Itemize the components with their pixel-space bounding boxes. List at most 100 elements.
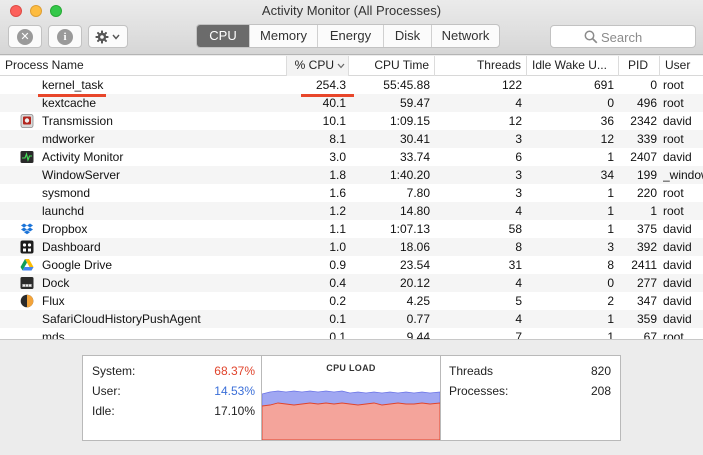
idle-wake-ups-cell: 2 — [607, 294, 614, 308]
column-cpu-percent[interactable]: % CPU — [286, 56, 348, 76]
column-threads[interactable]: Threads — [434, 56, 526, 76]
user-cell: david — [663, 312, 692, 326]
cpu-percent-cell: 0.4 — [329, 276, 346, 290]
cpu-time-cell: 30.41 — [399, 132, 430, 146]
table-row[interactable]: mdworker 8.1 30.41 3 12 339 root — [0, 130, 703, 148]
user-cell: david — [663, 222, 692, 236]
idle-wake-ups-cell: 1 — [607, 150, 614, 164]
user-value: 14.53% — [214, 384, 255, 398]
quit-process-button[interactable]: ✕ — [8, 25, 42, 48]
action-menu-button[interactable] — [88, 25, 128, 48]
user-label: User: — [92, 384, 121, 398]
column-cpu-time[interactable]: CPU Time — [348, 56, 434, 76]
threads-cell: 31 — [508, 258, 522, 272]
threads-cell: 6 — [515, 150, 522, 164]
sort-descending-icon — [337, 63, 345, 69]
column-idle-wake-ups[interactable]: Idle Wake U... — [526, 56, 618, 76]
process-name-cell: Dropbox — [42, 222, 88, 236]
table-row[interactable]: Flux 0.2 4.25 5 2 347 david — [0, 292, 703, 310]
table-row[interactable]: SafariCloudHistoryPushAgent 0.1 0.77 4 1 359 d… — [0, 310, 703, 328]
threads-cell: 8 — [515, 240, 522, 254]
cpu-time-cell: 33.74 — [399, 150, 430, 164]
idle-wake-ups-cell: 1 — [607, 330, 614, 339]
window-title: Activity Monitor (All Processes) — [261, 3, 442, 18]
table-row[interactable]: WindowServer 1.8 1:40.20 3 34 199 _window — [0, 166, 703, 184]
cpu-time-cell: 23.54 — [399, 258, 430, 272]
cpu-time-cell: 59.47 — [399, 96, 430, 110]
pid-cell: 375 — [636, 222, 657, 236]
table-row[interactable]: launchd 1.2 14.80 4 1 1 root — [0, 202, 703, 220]
table-row[interactable]: kernel_task 254.3 55:45.88 122 691 0 root — [0, 76, 703, 94]
tab-disk[interactable]: Disk — [383, 25, 431, 47]
idle-wake-ups-cell: 1 — [607, 186, 614, 200]
table-row[interactable]: Dock 0.4 20.12 4 0 277 david — [0, 274, 703, 292]
threads-cell: 7 — [515, 330, 522, 339]
cpu-percent-cell: 1.6 — [329, 186, 346, 200]
cpu-percent-cell: 3.0 — [329, 150, 346, 164]
processes-label: Processes: — [449, 384, 509, 398]
cpu-time-cell: 1:07.13 — [389, 222, 430, 236]
threads-value: 820 — [590, 364, 611, 378]
user-cell: david — [663, 258, 692, 272]
user-cell: david — [663, 276, 692, 290]
tab-network[interactable]: Network — [431, 25, 499, 47]
cpu-percent-cell: 0.2 — [329, 294, 346, 308]
inspect-process-button[interactable]: i — [48, 25, 82, 48]
table-row[interactable]: Activity Monitor 3.0 33.74 6 1 2407 david — [0, 148, 703, 166]
process-name-cell: sysmond — [42, 186, 91, 200]
table-row[interactable]: Dashboard 1.0 18.06 8 3 392 david — [0, 238, 703, 256]
user-cell: root — [663, 96, 684, 110]
cpu-time-cell: 55:45.88 — [383, 78, 430, 92]
column-pid[interactable]: PID — [618, 56, 659, 76]
tab-cpu[interactable]: CPU — [197, 25, 249, 47]
column-user[interactable]: User — [659, 56, 703, 76]
gear-icon — [95, 30, 120, 43]
info-circle-icon: i — [57, 28, 73, 45]
cpu-time-cell: 14.80 — [399, 204, 430, 218]
pid-cell: 347 — [636, 294, 657, 308]
table-row[interactable]: Dropbox 1.1 1:07.13 58 1 375 david — [0, 220, 703, 238]
process-name-cell: Flux — [42, 294, 65, 308]
user-cell: david — [663, 240, 692, 254]
cpu-percent-cell: 10.1 — [322, 114, 346, 128]
tab-memory[interactable]: Memory — [249, 25, 317, 47]
process-table: kernel_task 254.3 55:45.88 122 691 0 root kextc… — [0, 76, 703, 339]
search-input[interactable] — [601, 29, 691, 45]
activity-monitor-icon — [20, 150, 34, 164]
threads-cell: 3 — [515, 132, 522, 146]
process-name-cell: WindowServer — [42, 168, 121, 182]
table-row[interactable]: Google Drive 0.9 23.54 31 8 2411 david — [0, 256, 703, 274]
google-drive-icon — [20, 258, 34, 272]
process-name-cell: Activity Monitor — [42, 150, 124, 164]
pid-cell: 2411 — [631, 258, 657, 272]
idle-wake-ups-cell: 12 — [600, 132, 614, 146]
user-cell: david — [663, 294, 692, 308]
table-row[interactable]: Transmission 10.1 1:09.15 12 36 2342 david — [0, 112, 703, 130]
threads-cell: 4 — [515, 96, 522, 110]
table-row[interactable]: mds 0.1 9.44 7 1 67 root — [0, 328, 703, 339]
cpu-time-cell: 18.06 — [399, 240, 430, 254]
threads-cell: 122 — [501, 78, 522, 92]
process-name-cell: mds — [42, 330, 65, 339]
tab-energy[interactable]: Energy — [317, 25, 383, 47]
dock-icon — [20, 276, 34, 290]
idle-wake-ups-cell: 3 — [607, 240, 614, 254]
pid-cell: 1 — [650, 204, 657, 218]
processes-value: 208 — [590, 384, 611, 398]
idle-wake-ups-cell: 691 — [593, 78, 614, 92]
system-label: System: — [92, 364, 136, 378]
pid-cell: 392 — [636, 240, 657, 254]
pid-cell: 2407 — [630, 150, 657, 164]
idle-wake-ups-cell: 34 — [600, 168, 614, 182]
process-name-cell: launchd — [42, 204, 85, 218]
threads-cell: 4 — [515, 204, 522, 218]
table-row[interactable]: sysmond 1.6 7.80 3 1 220 root — [0, 184, 703, 202]
column-process-name[interactable]: Process Name — [0, 56, 286, 76]
threads-cell: 4 — [515, 276, 522, 290]
search-field[interactable] — [550, 25, 696, 48]
cpu-percent-cell: 1.1 — [329, 222, 346, 236]
cpu-load-graph: CPU LOAD — [261, 355, 441, 441]
system-value: 68.37% — [214, 364, 255, 378]
cpu-time-cell: 0.77 — [406, 312, 430, 326]
idle-wake-ups-cell: 8 — [607, 258, 614, 272]
